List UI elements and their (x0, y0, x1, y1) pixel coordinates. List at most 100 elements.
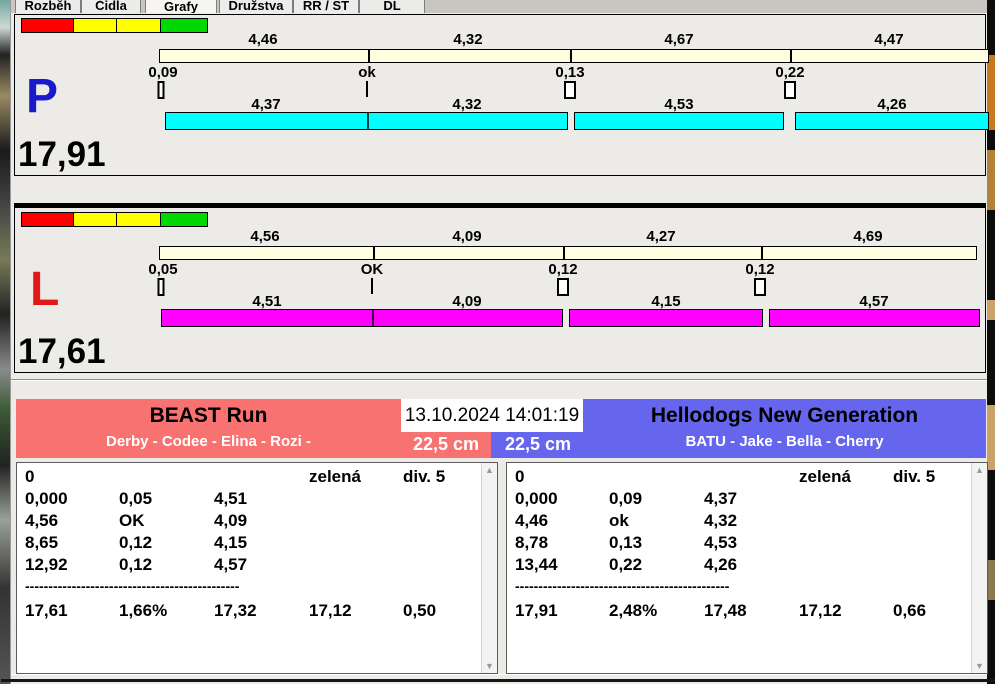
left-results-table: 0 zelená div. 5 0,000 0,05 4,51 4,56 OK … (16, 462, 498, 674)
left-table-scrollbar[interactable]: ▲ ▼ (481, 463, 497, 673)
l-run-value: 4,57 (859, 293, 889, 310)
l-run-bar (161, 309, 563, 327)
total-cell: 17,91 (515, 601, 558, 620)
scroll-up-icon[interactable]: ▲ (972, 463, 987, 477)
left-team-name: BEAST Run (149, 404, 268, 427)
tab-label: RR / ST (302, 0, 350, 13)
cell: 4,15 (214, 533, 248, 552)
p-scale-bar (159, 49, 989, 63)
tab-label: Družstva (228, 0, 284, 13)
total-cell: 17,61 (25, 601, 68, 620)
separator-dashes: ----------------------------------------… (25, 578, 240, 594)
right-team-dogs: BATU - Jake - Bella - Cherry (685, 433, 884, 450)
app-window: Rozběh Čidla Grafy Družstva RR / ST DL 4… (1, 0, 995, 684)
tab-grafy[interactable]: Grafy (145, 0, 217, 13)
right-jump-height: 22,5 cm (504, 434, 572, 454)
cell: OK (119, 511, 145, 530)
crossing-mark (157, 278, 165, 296)
l-gap-value: 0,12 (745, 261, 775, 278)
scroll-down-icon[interactable]: ▼ (972, 659, 987, 673)
crossing-tick (371, 278, 373, 294)
l-gap-value: OK (360, 261, 384, 278)
cell: 4,56 (25, 511, 59, 530)
p-run-bar (574, 112, 784, 130)
status-square-green (160, 212, 208, 227)
status-square-green (160, 18, 208, 33)
scroll-up-icon[interactable]: ▲ (482, 463, 497, 477)
p-run-bar (795, 112, 989, 130)
status-square-yellow (73, 212, 117, 227)
tab-bar: Rozběh Čidla Grafy Družstva RR / ST DL (11, 0, 987, 13)
status-square-red (21, 18, 74, 33)
desktop-icon-fragment (986, 405, 995, 470)
cell: 0,12 (119, 555, 153, 574)
l-run-value: 4,51 (252, 293, 282, 310)
tab-cidla[interactable]: Čidla (81, 0, 141, 13)
l-split-value: 4,56 (250, 228, 280, 245)
total-cell: 2,48% (609, 601, 658, 620)
separator-dashes: ----------------------------------------… (515, 578, 730, 594)
cell: 4,53 (704, 533, 738, 552)
total-cell: 17,48 (704, 601, 747, 620)
left-jump-height: 22,5 cm (412, 434, 480, 454)
crossing-mark (784, 81, 796, 99)
total-cell: 1,66% (119, 601, 168, 620)
l-gap-value: 0,12 (548, 261, 578, 278)
desktop-edge-left (0, 0, 10, 684)
p-gap-value: 0,13 (555, 64, 585, 81)
crossing-mark (557, 278, 569, 296)
separator-groove (11, 379, 987, 381)
tab-label: Čidla (95, 0, 127, 13)
p-split-value: 4,46 (248, 31, 278, 48)
l-scale-bar (159, 246, 977, 260)
cell: 12,92 (25, 555, 68, 574)
cell: 0,22 (609, 555, 643, 574)
right-table-scrollbar[interactable]: ▲ ▼ (971, 463, 987, 673)
tab-rr-st[interactable]: RR / ST (293, 0, 359, 13)
l-lane-letter: L (30, 263, 60, 316)
tab-rozbeh[interactable]: Rozběh (15, 0, 81, 13)
datetime-display: 13.10.2024 14:01:19 (401, 399, 583, 432)
left-team-dogs: Derby - Codee - Elina - Rozi - (105, 433, 312, 450)
p-run-value: 4,32 (452, 96, 482, 113)
p-split-value: 4,67 (664, 31, 694, 48)
scroll-down-icon[interactable]: ▼ (482, 659, 497, 673)
p-run-value: 4,53 (664, 96, 694, 113)
total-cell: 17,12 (309, 601, 352, 620)
cell: 0,000 (25, 489, 68, 508)
desktop-icon-fragment (986, 300, 995, 320)
cell: 0 (515, 467, 525, 486)
l-run-bar (769, 309, 980, 327)
cell: 4,57 (214, 555, 248, 574)
total-cell: 0,50 (403, 601, 437, 620)
cell: 8,65 (25, 533, 59, 552)
l-gap-value: 0,05 (148, 261, 178, 278)
desktop-icon-fragment (986, 150, 995, 210)
right-results-table: 0 zelená div. 5 0,000 0,09 4,37 4,46 ok … (506, 462, 988, 674)
p-run-value: 4,26 (877, 96, 907, 113)
p-gap-value: 0,09 (148, 64, 178, 81)
p-run-value: 4,37 (251, 96, 281, 113)
p-total-time: 17,91 (18, 135, 106, 174)
crossing-mark (157, 81, 165, 99)
l-split-value: 4,27 (646, 228, 676, 245)
crossing-tick (366, 81, 368, 97)
total-cell: 17,32 (214, 601, 257, 620)
cell: div. 5 (403, 467, 446, 486)
cell: 0,13 (609, 533, 643, 552)
cell: 4,51 (214, 489, 248, 508)
cell: div. 5 (893, 467, 936, 486)
l-split-value: 4,09 (452, 228, 482, 245)
p-run-bar (165, 112, 568, 130)
tab-druzstva[interactable]: Družstva (219, 0, 293, 13)
cell: ok (609, 511, 629, 530)
cell: 0 (25, 467, 35, 486)
window-bottom-ridge (11, 674, 987, 675)
l-split-value: 4,69 (853, 228, 883, 245)
crossing-mark (754, 278, 766, 296)
p-split-value: 4,47 (874, 31, 904, 48)
p-split-value: 4,32 (453, 31, 483, 48)
cell: 0,09 (609, 489, 643, 508)
tab-dl[interactable]: DL (359, 0, 425, 13)
p-lane-letter: P (26, 70, 59, 123)
